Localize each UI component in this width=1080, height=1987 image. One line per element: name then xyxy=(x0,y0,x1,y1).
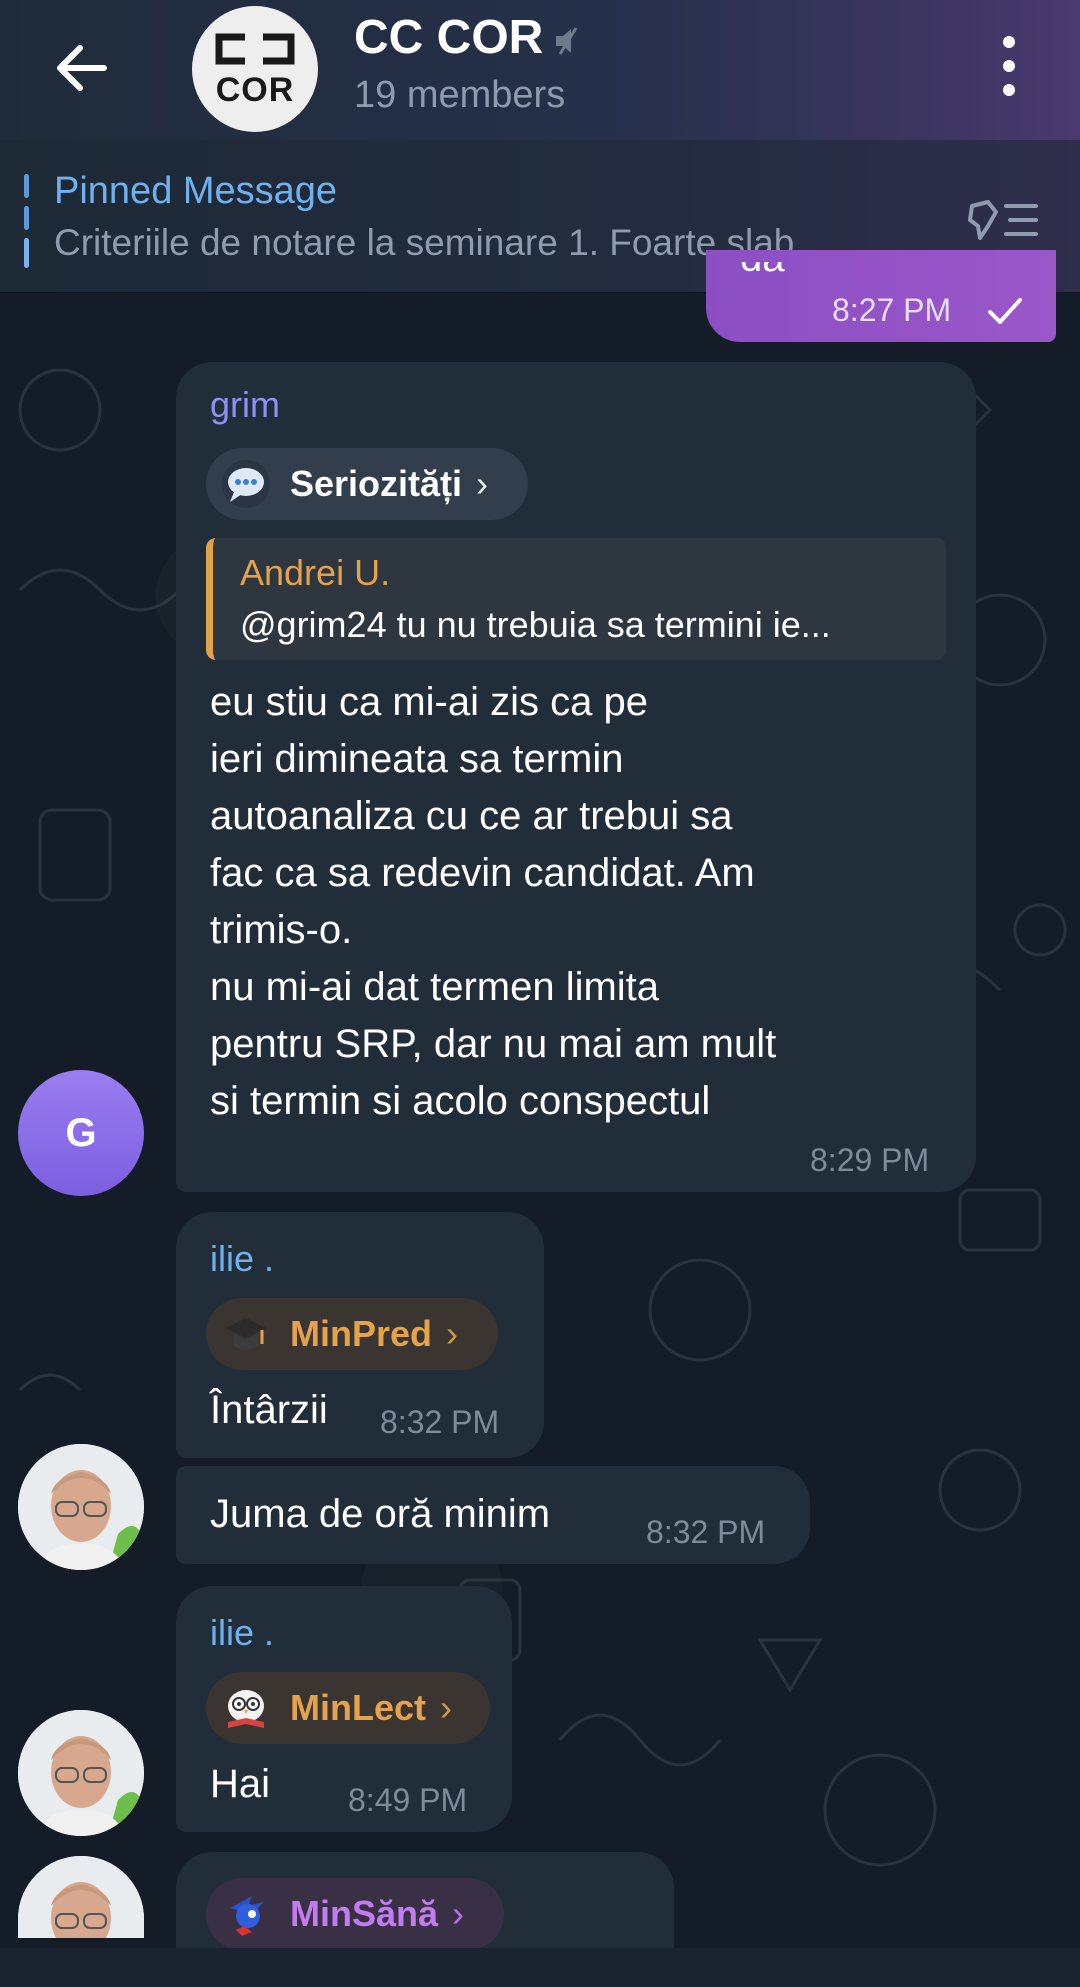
pin-indicator xyxy=(24,174,29,198)
tag-label: MinSănă xyxy=(290,1893,439,1934)
muted-speaker-icon xyxy=(556,27,578,55)
chevron-right-icon: › xyxy=(446,1313,459,1354)
message-text: Hai xyxy=(210,1762,271,1806)
outgoing-message-time: 8:27 PM xyxy=(832,292,952,328)
message-time: 8:32 PM xyxy=(646,1514,766,1550)
pinned-list-icon[interactable] xyxy=(966,192,1042,248)
message-text: Juma de oră minim xyxy=(210,1492,551,1536)
user-tag[interactable]: MinSănă › xyxy=(206,1878,504,1950)
user-tag[interactable]: Seriozități › xyxy=(206,448,528,520)
reply-author: Andrei U. xyxy=(240,552,391,593)
dot-icon xyxy=(1003,60,1015,72)
arrow-left-icon xyxy=(57,45,107,91)
tag-label: MinPred xyxy=(290,1313,433,1354)
svg-text:COR: COR xyxy=(216,71,295,109)
message-time: 8:29 PM xyxy=(810,1142,930,1178)
more-menu-button[interactable] xyxy=(986,36,1032,96)
read-check-icon xyxy=(988,298,1022,324)
bottom-bar xyxy=(0,1948,1080,1987)
chevron-right-icon: › xyxy=(440,1687,453,1728)
reply-text: @grim24 tu nu trebuia sa termini ie... xyxy=(240,604,831,645)
chevron-right-icon: › xyxy=(452,1893,465,1934)
user-tag[interactable]: MinLect › xyxy=(206,1672,490,1744)
tag-label: MinLect xyxy=(290,1687,427,1728)
sonic-icon xyxy=(222,1890,270,1938)
cc-cor-logo: COR xyxy=(215,33,295,109)
avatar[interactable] xyxy=(18,1444,144,1570)
chat-header: COR CC COR 19 members xyxy=(0,0,1080,140)
speech-bubble-icon xyxy=(222,460,270,508)
back-button[interactable] xyxy=(48,32,120,104)
message-text: Întârzii xyxy=(210,1388,328,1432)
avatar[interactable]: G xyxy=(18,1070,144,1196)
sender-name[interactable]: grim xyxy=(210,384,280,426)
message-text: eu stiu ca mi-ai zis ca pe ieri dimineat… xyxy=(210,680,777,1123)
chevron-right-icon: › xyxy=(476,463,489,504)
user-photo xyxy=(18,1444,144,1570)
user-tag[interactable]: MinPred › xyxy=(206,1298,498,1370)
pinned-label: Pinned Message xyxy=(54,170,338,212)
sender-name[interactable]: ilie . xyxy=(210,1238,274,1280)
message-time: 8:32 PM xyxy=(380,1404,500,1440)
member-count: 19 members xyxy=(354,74,566,116)
group-avatar[interactable]: COR xyxy=(192,6,318,132)
pin-indicator xyxy=(24,206,29,230)
message-time: 8:49 PM xyxy=(348,1782,468,1818)
tag-label: Seriozități xyxy=(290,463,463,504)
avatar[interactable] xyxy=(18,1710,144,1836)
user-photo xyxy=(18,1710,144,1836)
owl-book-icon xyxy=(222,1684,270,1732)
graduation-cap-icon xyxy=(222,1310,270,1358)
dot-icon xyxy=(1003,36,1015,48)
group-title[interactable]: CC COR xyxy=(354,10,543,65)
pin-indicator-active xyxy=(24,238,29,268)
dot-icon xyxy=(1003,84,1015,96)
sender-name[interactable]: ilie . xyxy=(210,1612,274,1654)
